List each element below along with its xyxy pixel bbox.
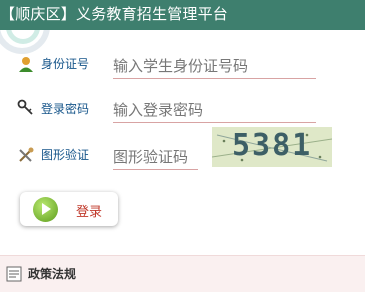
password-input[interactable]: 输入登录密码	[113, 98, 316, 123]
document-icon	[6, 266, 22, 282]
captcha-image[interactable]: 5381	[212, 127, 332, 167]
id-number-label: 身份证号	[41, 57, 90, 71]
id-number-input[interactable]: 输入学生身份证号码	[113, 54, 316, 79]
page-title: 【顺庆区】义务教育招生管理平台	[0, 5, 229, 23]
password-label: 登录密码	[41, 102, 90, 116]
tools-icon	[17, 146, 35, 164]
login-button-label: 登录	[76, 205, 103, 220]
key-icon	[17, 99, 35, 117]
captcha-input[interactable]: 图形验证码	[113, 145, 198, 170]
captcha-label: 图形验证	[41, 148, 90, 162]
policy-label[interactable]: 政策法规	[28, 265, 76, 282]
policy-section[interactable]: 政策法规	[0, 255, 365, 292]
play-arrow-icon	[33, 197, 58, 222]
page-header: 【顺庆区】义务教育招生管理平台	[0, 0, 365, 30]
user-icon	[17, 55, 35, 73]
login-button[interactable]: 登录	[20, 192, 118, 226]
captcha-text: 5381	[232, 128, 313, 163]
